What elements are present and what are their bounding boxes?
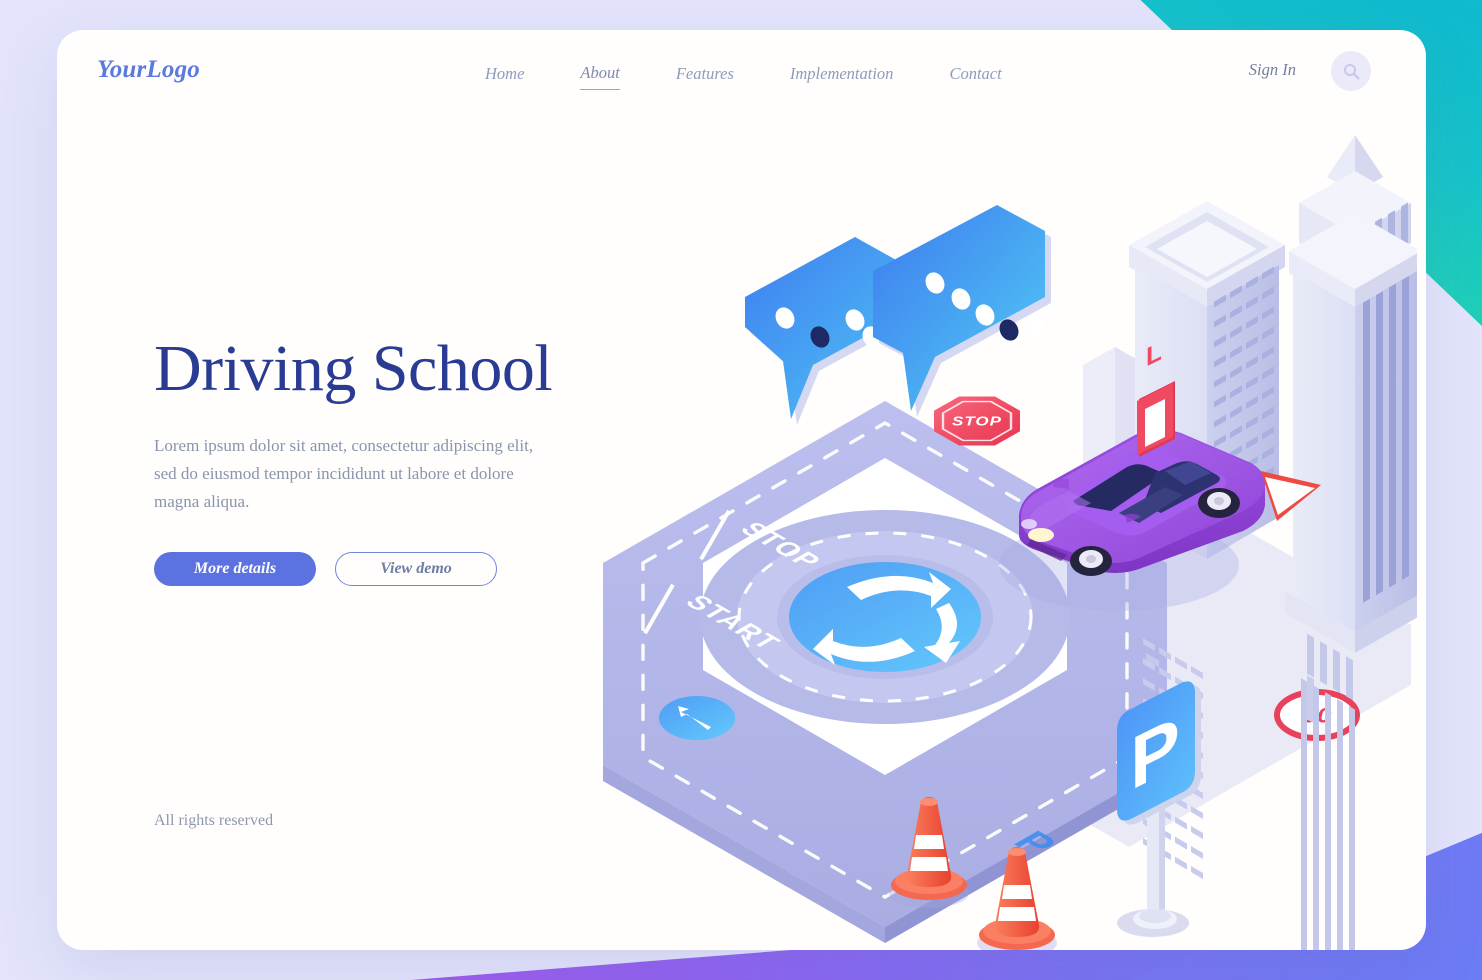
car-wheel-rear	[1198, 488, 1240, 518]
more-details-button[interactable]: More details	[154, 552, 316, 587]
brand-logo[interactable]: YourLogo	[97, 56, 200, 84]
nav-item-features[interactable]: Features	[676, 61, 734, 90]
search-button[interactable]	[1331, 51, 1371, 91]
nav-item-about[interactable]: About	[580, 60, 620, 90]
driving-school-illustration: STOP START STOP P L P	[517, 125, 1417, 950]
nav-item-home[interactable]: Home	[485, 61, 524, 90]
nav-item-contact[interactable]: Contact	[949, 61, 1001, 90]
landing-card: YourLogo Home About Features Implementat…	[57, 30, 1426, 950]
hero-description: Lorem ipsum dolor sit amet, consectetur …	[154, 436, 534, 512]
copyright-text: All rights reserved	[154, 812, 274, 829]
main-navigation: Home About Features Implementation Conta…	[485, 60, 1058, 90]
page-root: YourLogo Home About Features Implementat…	[0, 0, 1482, 980]
car-wheel-front	[1070, 546, 1112, 576]
stop-sign-label: STOP	[952, 414, 1002, 429]
site-header: YourLogo Home About Features Implementat…	[57, 30, 1426, 122]
view-demo-button[interactable]: View demo	[335, 552, 497, 587]
direction-arrow-sign	[659, 696, 735, 740]
nav-item-implementation[interactable]: Implementation	[790, 61, 894, 90]
search-icon	[1343, 63, 1359, 79]
sign-in-link[interactable]: Sign In	[1249, 60, 1296, 80]
